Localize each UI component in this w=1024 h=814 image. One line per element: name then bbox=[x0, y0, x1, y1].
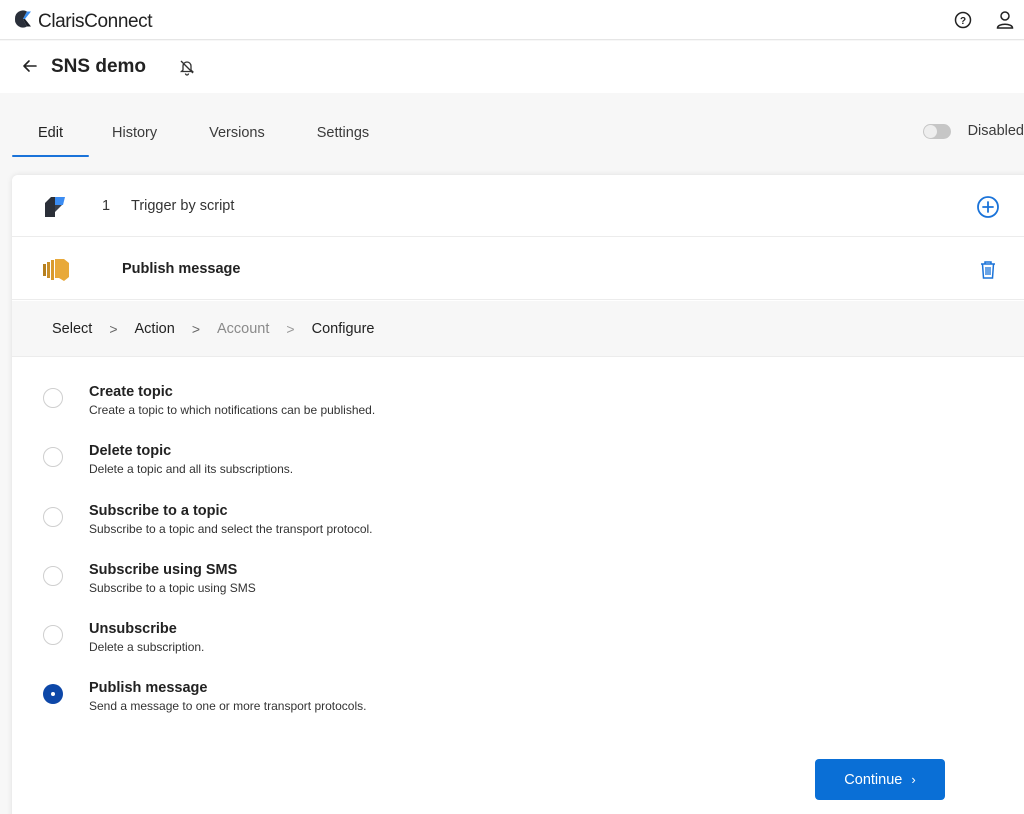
option-title: Create topic bbox=[89, 384, 173, 400]
step-trigger[interactable]: 1 Trigger by script bbox=[12, 175, 1024, 237]
help-icon[interactable]: ? bbox=[952, 9, 974, 31]
config-breadcrumb: Select > Action > Account > Configure bbox=[12, 301, 1024, 357]
tab-bar: Edit History Versions Settings bbox=[12, 112, 395, 157]
step-publish-message[interactable]: Publish message bbox=[12, 238, 1024, 300]
svg-text:?: ? bbox=[960, 16, 966, 27]
action-option-delete-topic[interactable]: Delete topic Delete a topic and all its … bbox=[12, 440, 1024, 499]
user-icon[interactable] bbox=[994, 9, 1016, 31]
breadcrumb-select[interactable]: Select bbox=[52, 321, 92, 337]
breadcrumb-account[interactable]: Account bbox=[217, 321, 269, 337]
brand-light: Connect bbox=[84, 10, 153, 32]
option-description: Send a message to one or more transport … bbox=[89, 699, 367, 714]
claris-logo-icon bbox=[12, 8, 34, 35]
option-description: Create a topic to which notifications ca… bbox=[89, 403, 376, 417]
enable-toggle[interactable] bbox=[922, 123, 951, 139]
tab-edit[interactable]: Edit bbox=[12, 112, 89, 157]
radio-button[interactable] bbox=[43, 565, 63, 586]
back-arrow-icon[interactable] bbox=[20, 56, 40, 76]
step-label: Trigger by script bbox=[131, 198, 235, 214]
enable-toggle-group: Disabled bbox=[922, 123, 1024, 139]
chevron-right-icon: › bbox=[911, 772, 916, 787]
chevron-right-icon: > bbox=[286, 320, 295, 337]
radio-button[interactable] bbox=[43, 506, 63, 527]
chevron-right-icon: > bbox=[191, 320, 200, 337]
breadcrumb-action[interactable]: Action bbox=[135, 321, 175, 337]
option-title: Subscribe using SMS bbox=[89, 561, 238, 578]
title-bar: SNS demo bbox=[0, 41, 1024, 93]
radio-button[interactable] bbox=[43, 447, 63, 468]
claris-connect-logo[interactable]: ClarisConnect bbox=[12, 8, 153, 35]
option-title: Subscribe to a topic bbox=[89, 502, 228, 519]
bell-off-icon[interactable] bbox=[178, 58, 196, 76]
action-option-publish-message[interactable]: Publish message Send a message to one or… bbox=[12, 677, 1024, 736]
option-title: Unsubscribe bbox=[89, 621, 177, 638]
add-circle-icon[interactable] bbox=[976, 195, 1000, 219]
toggle-status-label: Disabled bbox=[967, 123, 1024, 139]
brand-name: ClarisConnect bbox=[38, 10, 153, 33]
radio-button[interactable] bbox=[43, 625, 63, 646]
option-description: Subscribe to a topic and select the tran… bbox=[89, 521, 373, 536]
filemaker-icon bbox=[42, 194, 68, 220]
action-option-subscribe-sms[interactable]: Subscribe using SMS Subscribe to a topic… bbox=[12, 559, 1024, 618]
option-description: Delete a topic and all its subscriptions… bbox=[89, 462, 294, 477]
step-label: Publish message bbox=[122, 261, 241, 277]
action-options: Create topic Create a topic to which not… bbox=[12, 381, 1024, 737]
trash-icon[interactable] bbox=[976, 258, 1000, 282]
aws-sns-icon bbox=[42, 257, 69, 283]
radio-button[interactable] bbox=[43, 388, 63, 408]
option-description: Subscribe to a topic using SMS bbox=[89, 580, 256, 595]
action-option-unsubscribe[interactable]: Unsubscribe Delete a subscription. bbox=[12, 618, 1024, 677]
tab-settings[interactable]: Settings bbox=[291, 112, 395, 157]
tab-versions[interactable]: Versions bbox=[183, 112, 291, 157]
top-bar: ClarisConnect ? bbox=[0, 0, 1024, 40]
action-option-subscribe-topic[interactable]: Subscribe to a topic Subscribe to a topi… bbox=[12, 500, 1024, 559]
option-title: Publish message bbox=[89, 680, 208, 697]
brand-bold: Claris bbox=[38, 10, 85, 32]
toggle-knob bbox=[923, 124, 937, 138]
continue-button[interactable]: Continue › bbox=[815, 759, 945, 800]
option-description: Delete a subscription. bbox=[89, 640, 205, 655]
breadcrumb-configure[interactable]: Configure bbox=[312, 321, 375, 337]
action-option-create-topic[interactable]: Create topic Create a topic to which not… bbox=[12, 381, 1024, 440]
step-number: 1 bbox=[102, 198, 111, 214]
chevron-right-icon: > bbox=[109, 320, 118, 337]
page-title: SNS demo bbox=[51, 56, 147, 77]
flow-card: 1 Trigger by script Publish message Sele… bbox=[12, 175, 1024, 814]
continue-label: Continue bbox=[844, 771, 903, 788]
option-title: Delete topic bbox=[89, 443, 172, 460]
radio-button-selected[interactable] bbox=[43, 684, 63, 705]
tab-history[interactable]: History bbox=[89, 112, 183, 157]
